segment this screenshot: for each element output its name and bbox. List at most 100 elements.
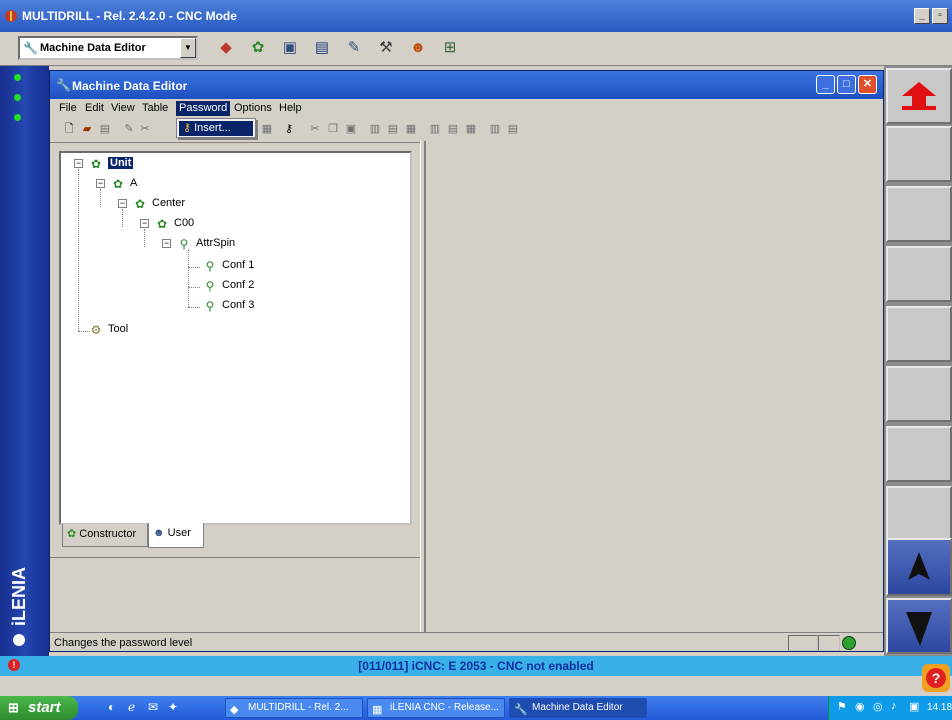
menu-help[interactable]: Help xyxy=(276,101,305,116)
tree-node-conf1[interactable]: ⚲ Conf 1 xyxy=(201,256,255,274)
tab-user[interactable]: ☻ User xyxy=(148,523,204,548)
cnc-message-area: ? xyxy=(0,664,952,696)
collapse-toggle[interactable]: − xyxy=(96,179,105,188)
collapse-toggle[interactable]: − xyxy=(74,159,83,168)
module-combo[interactable]: 🔧 Machine Data Editor ▼ xyxy=(18,36,198,60)
menu-options[interactable]: Options xyxy=(231,101,275,116)
window-maximize-button[interactable]: □ xyxy=(837,75,856,94)
tree-node-attrspin[interactable]: ⚲ AttrSpin xyxy=(175,234,236,252)
scroll-down-button[interactable] xyxy=(886,598,952,654)
panel-button-5[interactable] xyxy=(886,366,952,422)
window-close-button[interactable]: ✕ xyxy=(858,75,877,94)
start-button[interactable]: ⊞ start xyxy=(0,696,78,720)
print-icon[interactable]: ▦ xyxy=(260,122,274,136)
panel-button-1[interactable] xyxy=(886,126,952,182)
network-tray-icon[interactable]: ▣ xyxy=(909,700,919,713)
row-icon[interactable]: ▥ xyxy=(488,122,502,136)
clock: 14.18 xyxy=(927,702,952,713)
task-machine-data-editor[interactable]: 🔧 Machine Data Editor xyxy=(509,698,647,718)
wrench-tool-icon[interactable]: ⚒ xyxy=(376,38,396,58)
panel-button-2[interactable] xyxy=(886,186,952,242)
tree-node-conf3[interactable]: ⚲ Conf 3 xyxy=(201,296,255,314)
edit-doc-icon[interactable]: ✎ xyxy=(344,38,364,58)
gear-group-icon: ✿ xyxy=(134,197,146,212)
tree-node-c00[interactable]: ✿ C00 xyxy=(153,214,194,232)
collapse-toggle[interactable]: − xyxy=(162,239,171,248)
row-icon[interactable]: ▤ xyxy=(506,122,520,136)
grid-icon[interactable]: ▥ xyxy=(368,122,382,136)
network-icon[interactable]: ⊞ xyxy=(440,38,460,58)
editor-toolbar: 🗋 ▰ ▤ ✎ ✂ ▦ ⚷ ✂ ❐ ▣ ▥ ▤ ▦ ▥ ▤ ▦ ▥ ▤ xyxy=(50,117,883,143)
upload-button[interactable] xyxy=(886,68,952,124)
unit-tree-view[interactable]: − ✿ Unit − ✿ A − ✿ Center − ✿ C00 − ⚲ AttrSpi… xyxy=(59,151,412,525)
mail-icon[interactable]: ✉ xyxy=(148,700,158,714)
tree-node-tool[interactable]: ⚙ Tool xyxy=(87,320,129,338)
browser-icon[interactable]: ℯ xyxy=(128,700,135,714)
copy-icon[interactable]: ❐ xyxy=(326,122,340,136)
tray-icon[interactable]: ◉ xyxy=(855,700,865,713)
pencil-icon[interactable]: ✎ xyxy=(122,122,136,136)
windows-icon[interactable]: ▣ xyxy=(280,38,300,58)
menu-edit[interactable]: Edit xyxy=(82,101,107,116)
save-icon[interactable]: ▤ xyxy=(98,122,112,136)
new-file-icon[interactable]: 🗋 xyxy=(62,122,76,136)
minimize-button[interactable]: _ xyxy=(914,8,930,24)
machine-data-editor-window: 🔧 Machine Data Editor _ □ ✕ File Edit Vi… xyxy=(49,70,884,652)
tree-connector xyxy=(100,189,101,207)
tab-constructor[interactable]: ✿ Constructor xyxy=(62,524,148,547)
chevron-down-icon[interactable]: ▼ xyxy=(180,38,196,58)
connection-status-icon xyxy=(842,636,856,650)
tree-connector xyxy=(188,267,200,268)
user-icon[interactable]: ☻ xyxy=(408,38,428,58)
status-led xyxy=(14,94,21,101)
tray-icon[interactable]: ⚑ xyxy=(837,700,847,713)
collapse-toggle[interactable]: − xyxy=(118,199,127,208)
menu-password[interactable]: Password xyxy=(176,101,231,116)
task-multidrill[interactable]: ◆ MULTIDRILL - Rel. 2... xyxy=(225,698,363,718)
panel-button-3[interactable] xyxy=(886,246,952,302)
cnc-icon: ▦ xyxy=(372,704,383,716)
grid-icon[interactable]: ▤ xyxy=(386,122,400,136)
drill-icon[interactable]: ◆ xyxy=(216,38,236,58)
open-icon[interactable]: ▰ xyxy=(80,122,94,136)
column-icon[interactable]: ▤ xyxy=(446,122,460,136)
tree-connector xyxy=(144,229,145,247)
key-icon[interactable]: ⚷ xyxy=(282,122,296,136)
task-ilenia-cnc[interactable]: ▦ iLENIA CNC - Release... xyxy=(367,698,505,718)
paste-icon[interactable]: ▣ xyxy=(344,122,358,136)
panel-button-4[interactable] xyxy=(886,306,952,362)
window-minimize-button[interactable]: _ xyxy=(816,75,835,94)
menu-view[interactable]: View xyxy=(108,101,138,116)
app-title: MULTIDRILL - Rel. 2.4.2.0 - CNC Mode xyxy=(22,9,237,23)
volume-icon[interactable]: ♪ xyxy=(891,700,897,712)
panel-button-6[interactable] xyxy=(886,426,952,482)
tree-node-unit[interactable]: ✿ Unit xyxy=(87,154,134,172)
cut-icon[interactable]: ✂ xyxy=(308,122,322,136)
menu-item-insert-label: Insert... xyxy=(194,122,231,134)
window-title: Machine Data Editor xyxy=(72,79,188,93)
app-quicklaunch-icon[interactable]: ✦ xyxy=(168,700,178,714)
maximize-button[interactable]: ▫ xyxy=(932,8,948,24)
menu-table[interactable]: Table xyxy=(139,101,171,116)
menu-item-insert[interactable]: ⚷ Insert... xyxy=(179,121,253,136)
grid-icon[interactable]: ▦ xyxy=(404,122,418,136)
column-icon[interactable]: ▦ xyxy=(464,122,478,136)
tree-node-conf2[interactable]: ⚲ Conf 2 xyxy=(201,276,255,294)
system-tray: ⚑ ◉ ◎ ♪ ▣ 14.18 xyxy=(828,696,952,720)
iso-icon[interactable]: ▤ xyxy=(312,38,332,58)
collapse-toggle[interactable]: − xyxy=(140,219,149,228)
scroll-up-button[interactable] xyxy=(886,538,952,596)
menu-file[interactable]: File xyxy=(56,101,80,116)
key-icon: ⚷ xyxy=(183,122,195,134)
tools-icon[interactable]: ✂ xyxy=(138,122,152,136)
tray-icon[interactable]: ◎ xyxy=(873,700,883,713)
right-command-panel xyxy=(884,66,952,656)
column-icon[interactable]: ▥ xyxy=(428,122,442,136)
tree-node-center[interactable]: ✿ Center xyxy=(131,194,185,212)
panel-button-7[interactable] xyxy=(886,486,952,542)
drill-app-icon xyxy=(4,9,18,23)
quicklaunch-icon[interactable]: ◐ xyxy=(108,700,115,714)
gears-icon[interactable]: ✿ xyxy=(248,38,268,58)
help-button[interactable]: ? xyxy=(922,664,950,692)
tree-node-a[interactable]: ✿ A xyxy=(109,174,137,192)
